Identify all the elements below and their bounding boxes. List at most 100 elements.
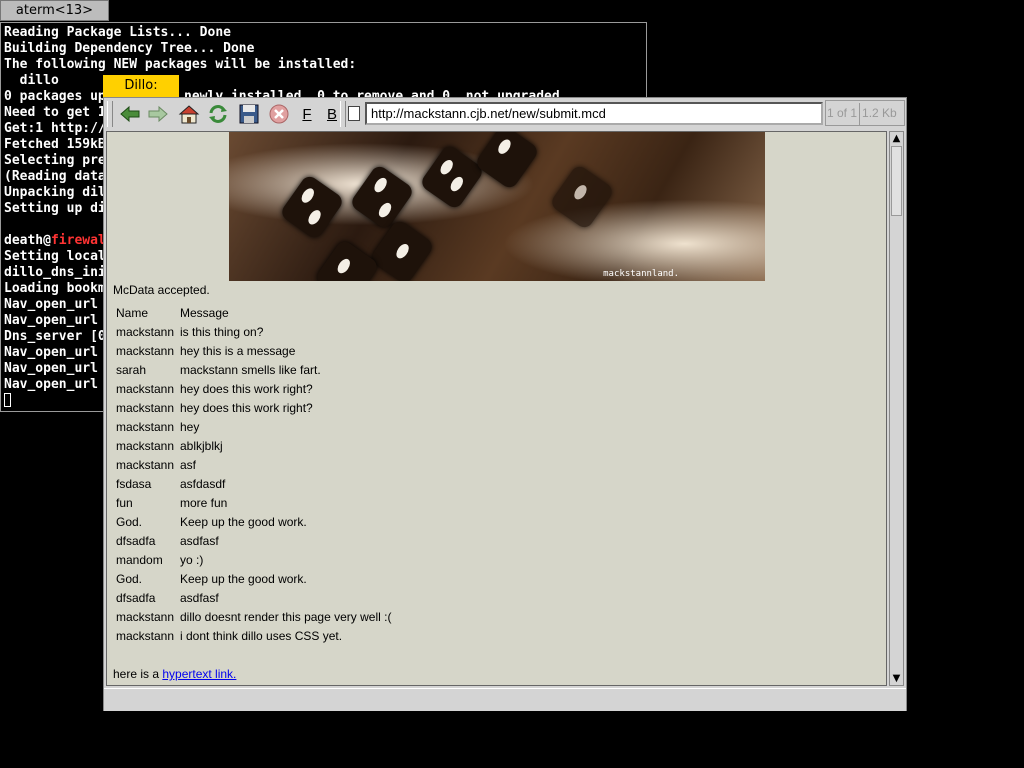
image-count: 1 of 1 [827,106,858,120]
post-author: dfsadfa [116,533,156,548]
aterm-title-tab[interactable]: aterm<13> [0,0,109,21]
post-author: mackstann [116,457,175,472]
terminal-line: death@ [4,233,51,248]
floppy-disk-icon [239,104,259,124]
post-author: sarah [116,362,147,377]
dillo-browser-window: F B http://mackstann.cjb.net/new/submit.… [103,97,907,711]
table-row: fsdasa asfdasdf [116,474,391,493]
table-row: mackstann ablkjblkj [116,436,391,455]
message-column-header: Message [180,305,229,320]
post-author: mackstann [116,438,175,453]
post-author: dfsadfa [116,590,156,605]
post-message: is this thing on? [180,324,264,339]
post-author: God. [116,571,143,586]
terminal-line: dillo_dns_init [4,265,114,280]
bookmarks-button[interactable]: B [323,102,341,126]
scroll-down-arrow-icon[interactable]: ▼ [891,673,902,684]
home-icon [178,105,200,124]
table-row: God. Keep up the good work. [116,512,391,531]
dillo-title-tab[interactable]: Dillo: [103,75,179,97]
back-button[interactable] [118,102,142,126]
post-author: mackstann [116,400,175,415]
post-message: more fun [180,495,228,510]
home-button[interactable] [177,102,201,126]
url-input[interactable]: http://mackstann.cjb.net/new/submit.mcd [365,102,823,125]
terminal-line: The following NEW packages will be insta… [4,57,357,72]
scrollbar-thumb[interactable] [891,146,902,216]
terminal-line: Nav_open_url [4,377,98,392]
save-button[interactable] [237,102,261,126]
progress-indicator: 1 of 1 1.2 Kb [825,100,905,126]
table-row: mackstann hey [116,417,391,436]
file-menu-button[interactable]: F [298,102,316,126]
post-message: hey does this work right? [180,400,313,415]
page-size: 1.2 Kb [862,106,897,120]
terminal-line: Dns_server [0 [4,329,106,344]
terminal-line: Nav_open_url [4,297,98,312]
post-message: yo :) [180,552,204,567]
table-row: mandom yo :) [116,550,391,569]
post-author: mackstann [116,419,175,434]
post-message: asdfasf [180,590,219,605]
status-message: McData accepted. [113,283,210,297]
terminal-line: dillo [4,73,59,88]
table-row: mackstann hey does this work right? [116,398,391,417]
table-row: mackstann i dont think dillo uses CSS yet… [116,626,391,645]
terminal-line: Fetched 159kB [4,137,106,152]
page-icon[interactable] [348,106,360,121]
vertical-scrollbar[interactable]: ▲ ▼ [889,131,904,686]
terminal-line: Nav_open_url [4,313,98,328]
table-row: mackstann asf [116,455,391,474]
posts-table: Name Message mackstann is this thing on? m… [113,303,394,645]
post-message: hey [180,419,200,434]
banner-caption: mackstannland. [603,269,679,279]
post-message: asfdasdf [180,476,226,491]
post-author: fun [116,495,133,510]
terminal-line: Nav_open_url [4,361,98,376]
hypertext-link[interactable]: hypertext link. [162,667,236,681]
post-message: mackstann smells like fart. [180,362,321,377]
post-author: mandom [116,552,163,567]
status-bar [104,688,906,711]
post-message: dillo doesnt render this page very well … [180,609,392,624]
terminal-line: Get:1 http:// [4,121,106,136]
toolbar-grip[interactable] [107,101,113,127]
arrow-right-icon [148,105,168,123]
post-message: hey does this work right? [180,381,313,396]
scroll-up-arrow-icon[interactable]: ▲ [891,133,902,144]
post-message: ablkjblkj [180,438,223,453]
browser-toolbar: F B http://mackstann.cjb.net/new/submit.… [104,98,906,130]
stop-button[interactable] [267,102,291,126]
table-row: mackstann hey does this work right? [116,379,391,398]
post-message: asdfasf [180,533,219,548]
terminal-line: Setting local [4,249,106,264]
post-author: God. [116,514,143,529]
post-message: Keep up the good work. [180,514,307,529]
terminal-line: Reading Package Lists... Done [4,25,231,40]
page-content[interactable]: mackstannland. McData accepted. Name Mes… [106,131,887,686]
footer-line: here is a hypertext link. [113,667,236,681]
banner-image: mackstannland. [229,132,765,281]
table-row: sarah mackstann smells like fart. [116,360,391,379]
post-author: mackstann [116,381,175,396]
table-row: dfsadfa asdfasf [116,531,391,550]
post-message: Keep up the good work. [180,571,307,586]
forward-button[interactable] [146,102,170,126]
table-header-row: Name Message [116,303,391,322]
post-message: asf [180,457,197,472]
post-author: mackstann [116,609,175,624]
name-column-header: Name [116,305,149,320]
reload-icon [209,105,227,123]
table-row: mackstann dillo doesnt render this page v… [116,607,391,626]
table-row: God. Keep up the good work. [116,569,391,588]
table-row: dfsadfa asdfasf [116,588,391,607]
post-author: mackstann [116,343,175,358]
terminal-line: Nav_open_url [4,345,98,360]
toolbar-grip[interactable] [340,101,346,127]
table-row: mackstann is this thing on? [116,322,391,341]
post-author: fsdasa [116,476,152,491]
terminal-cursor [4,393,11,407]
reload-button[interactable] [206,102,230,126]
post-message: hey this is a message [180,343,296,358]
post-author: mackstann [116,628,175,643]
